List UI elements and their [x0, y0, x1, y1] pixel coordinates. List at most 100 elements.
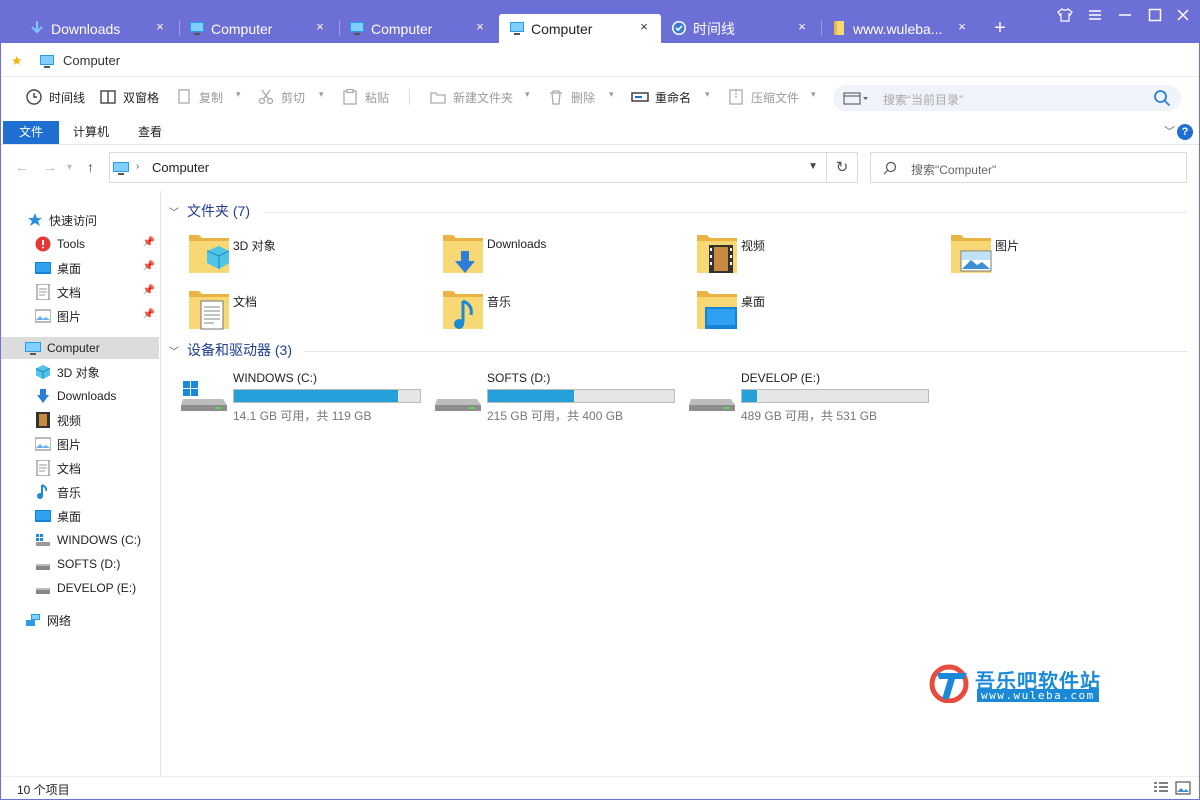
sidebar-item-drive-d[interactable]: SOFTS (D:) [1, 553, 159, 575]
drive-name: SOFTS (D:) [487, 371, 551, 385]
folder-music[interactable]: 音乐 [441, 287, 681, 337]
refresh-button[interactable]: ↻ [827, 152, 858, 183]
details-view-icon[interactable] [1153, 781, 1169, 795]
menu-button[interactable] [1085, 7, 1105, 27]
star-icon[interactable]: ★ [11, 53, 23, 69]
drives-group-header[interactable]: ﹀ 设备和驱动器 (3) [169, 338, 292, 362]
folder-documents[interactable]: 文档 [187, 287, 427, 337]
forward-arrow-icon[interactable]: → [43, 159, 57, 175]
add-tab-button[interactable]: + [989, 17, 1011, 39]
navigation-row: ← → ▾ ↑ › Computer ▼ ↻ 搜索"Computer" [1, 151, 1199, 185]
address-path[interactable]: Computer [152, 160, 209, 175]
tab-computer-2[interactable]: Computer × [339, 14, 497, 43]
folder-pictures[interactable]: 图片 [949, 231, 1189, 281]
sidebar-item-drive-e[interactable]: DEVELOP (E:) [1, 577, 159, 599]
compress-dropdown-caret[interactable]: ▾ [811, 89, 816, 100]
tab-close-button[interactable]: × [473, 19, 487, 35]
sidebar-item-tools[interactable]: Tools 📌 [1, 233, 159, 255]
tab-bar: Downloads × Computer × Computer × Comput… [1, 1, 1199, 43]
sidebar-label: WINDOWS (C:) [57, 533, 141, 547]
sidebar-quick-access[interactable]: 快速访问 [1, 209, 159, 231]
large-icons-view-icon[interactable] [1175, 781, 1191, 795]
timeline-button[interactable]: 时间线 [25, 87, 85, 107]
skin-button[interactable] [1055, 7, 1075, 27]
dual-pane-button[interactable]: 双窗格 [99, 87, 159, 107]
ribbon-tab-computer[interactable]: 计算机 [63, 121, 119, 144]
sidebar-item-desktop[interactable]: 桌面 [1, 505, 159, 527]
tab-close-button[interactable]: × [637, 19, 651, 35]
new-folder-dropdown-caret[interactable]: ▾ [525, 89, 530, 100]
ribbon-tabs: 文件 计算机 查看 ﹀ ? [1, 119, 1199, 145]
sidebar-item-pictures[interactable]: 图片 [1, 433, 159, 455]
favorites-computer-label[interactable]: Computer [63, 53, 120, 68]
pin-icon: 📌 [142, 261, 155, 272]
tab-computer-active[interactable]: Computer × [499, 14, 661, 43]
address-bar[interactable]: › Computer ▼ [109, 152, 827, 183]
copy-dropdown-caret[interactable]: ▾ [236, 89, 241, 100]
tab-close-button[interactable]: × [313, 19, 327, 35]
desktop-icon [35, 510, 51, 522]
folder-downloads[interactable]: Downloads [441, 231, 681, 281]
tab-label: Computer [211, 20, 273, 37]
help-icon[interactable]: ? [1177, 124, 1193, 140]
sidebar-item-computer[interactable]: Computer [1, 337, 159, 359]
folders-group-header[interactable]: ﹀ 文件夹 (7) [169, 199, 250, 223]
tab-close-button[interactable]: × [795, 19, 809, 35]
sidebar-item-pictures-pinned[interactable]: 图片 📌 [1, 305, 159, 327]
address-dropdown-icon[interactable]: ▼ [808, 161, 818, 172]
ribbon-collapse-chevron-icon[interactable]: ﹀ [1164, 123, 1175, 139]
view-mode-icon[interactable] [843, 91, 869, 105]
search-icon[interactable] [1153, 89, 1171, 107]
collapse-chevron-icon[interactable]: ﹀ [169, 343, 179, 358]
compress-button[interactable]: 压缩文件 [727, 87, 799, 107]
folder-icon [834, 21, 844, 35]
delete-dropdown-caret[interactable]: ▾ [609, 89, 614, 100]
picture-icon [35, 309, 51, 323]
tab-computer-1[interactable]: Computer × [179, 14, 337, 43]
drive-d[interactable]: SOFTS (D:) 215 GB 可用，共 400 GB [435, 369, 685, 423]
cut-button[interactable]: 剪切 [257, 87, 305, 107]
folder-videos[interactable]: 视频 [695, 231, 935, 281]
drive-c[interactable]: WINDOWS (C:) 14.1 GB 可用，共 119 GB [181, 369, 431, 423]
breadcrumb-chevron-icon[interactable]: › [136, 161, 139, 172]
ribbon-tab-view[interactable]: 查看 [123, 121, 177, 144]
folder-desktop[interactable]: 桌面 [695, 287, 935, 337]
tab-downloads[interactable]: Downloads × [19, 14, 177, 43]
recent-locations-chevron-icon[interactable]: ▾ [67, 162, 72, 173]
tab-timeline[interactable]: 时间线 × [661, 14, 819, 43]
sidebar-item-music[interactable]: 音乐 [1, 481, 159, 503]
collapse-chevron-icon[interactable]: ﹀ [169, 204, 179, 219]
toolbar-search[interactable]: 搜索“当前目录” [833, 85, 1181, 111]
up-arrow-icon[interactable]: ↑ [87, 159, 94, 175]
sidebar-item-videos[interactable]: 视频 [1, 409, 159, 431]
back-arrow-icon[interactable]: ← [15, 159, 29, 175]
download-arrow-icon [31, 21, 43, 34]
copy-button[interactable]: 复制 [175, 87, 223, 107]
sidebar-item-downloads[interactable]: Downloads [1, 385, 159, 407]
toolbar: 时间线 双窗格 复制 ▾ 剪切 ▾ 粘贴 新建文件夹 ▾ 删除 ▾ 重命名 ▾ … [1, 77, 1199, 117]
sidebar-item-network[interactable]: 网络 [1, 609, 159, 631]
minimize-button[interactable] [1115, 7, 1135, 27]
paste-button[interactable]: 粘贴 [341, 87, 389, 107]
item-count: 10 个项目 [17, 783, 70, 797]
sidebar-item-drive-c[interactable]: WINDOWS (C:) [1, 529, 159, 551]
sidebar-item-3d-objects[interactable]: 3D 对象 [1, 361, 159, 383]
tab-wuleba[interactable]: www.wuleba... × [821, 14, 979, 43]
sidebar-item-documents-pinned[interactable]: 文档 📌 [1, 281, 159, 303]
drive-e[interactable]: DEVELOP (E:) 489 GB 可用，共 531 GB [689, 369, 939, 423]
new-folder-button[interactable]: 新建文件夹 [429, 87, 513, 107]
delete-button[interactable]: 删除 [547, 87, 595, 107]
sidebar-label: Downloads [57, 389, 117, 403]
close-window-button[interactable] [1173, 7, 1193, 27]
maximize-button[interactable] [1145, 7, 1165, 27]
tab-close-button[interactable]: × [153, 19, 167, 35]
folder-3d-objects[interactable]: 3D 对象 [187, 231, 427, 281]
sidebar-item-desktop-pinned[interactable]: 桌面 📌 [1, 257, 159, 279]
sidebar-item-documents[interactable]: 文档 [1, 457, 159, 479]
rename-button[interactable]: 重命名 [631, 87, 691, 107]
search-box[interactable]: 搜索"Computer" [870, 152, 1187, 183]
rename-dropdown-caret[interactable]: ▾ [705, 89, 710, 100]
tab-close-button[interactable]: × [955, 19, 969, 35]
cut-dropdown-caret[interactable]: ▾ [319, 89, 324, 100]
ribbon-tab-file[interactable]: 文件 [3, 121, 59, 144]
